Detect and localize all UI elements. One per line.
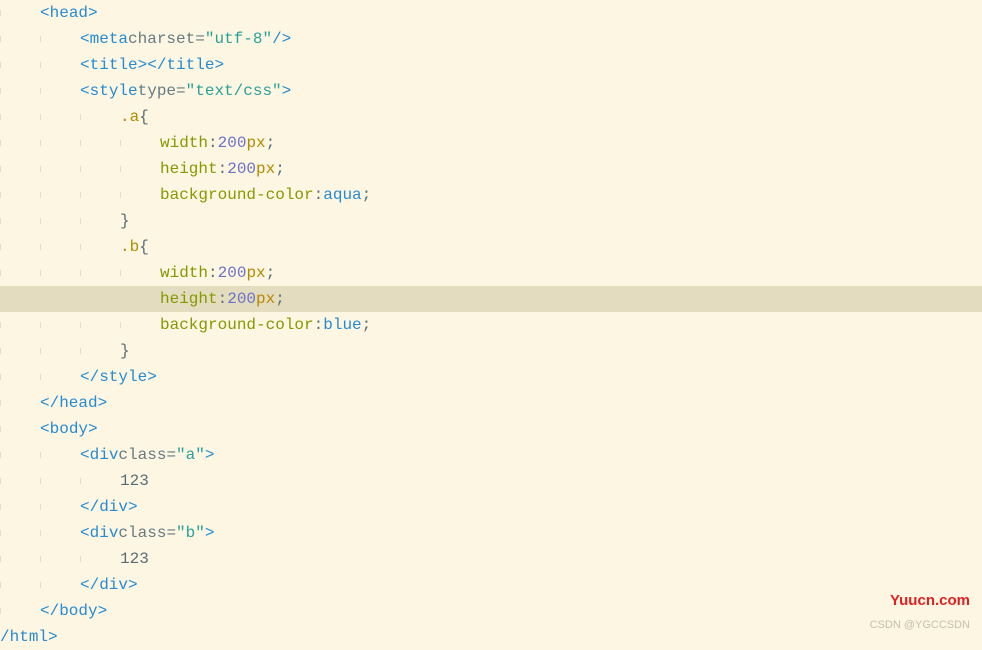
code-line: <head> — [0, 0, 982, 26]
brand-watermark: Yuucn.com — [890, 588, 970, 614]
code-line: </div> — [0, 572, 982, 598]
code-line: <div class="a"> — [0, 442, 982, 468]
code-line: </head> — [0, 390, 982, 416]
code-line: </style> — [0, 364, 982, 390]
code-line: <meta charset="utf-8" /> — [0, 26, 982, 52]
code-block: <head><meta charset="utf-8" /><title></t… — [0, 0, 982, 650]
code-line: <body> — [0, 416, 982, 442]
code-line: width: 200px; — [0, 130, 982, 156]
code-line: <style type="text/css"> — [0, 78, 982, 104]
code-line: <title></title> — [0, 52, 982, 78]
code-line: <div class="b"> — [0, 520, 982, 546]
code-line: } — [0, 338, 982, 364]
code-line: } — [0, 208, 982, 234]
code-line: .b{ — [0, 234, 982, 260]
code-line: </div> — [0, 494, 982, 520]
attribution-watermark: CSDN @YGCCSDN — [870, 612, 970, 638]
code-line: background-color: blue; — [0, 312, 982, 338]
code-line: /html> — [0, 624, 982, 650]
code-line: 123 — [0, 546, 982, 572]
code-line: background-color: aqua; — [0, 182, 982, 208]
code-line: 123 — [0, 468, 982, 494]
code-line: height: 200px; — [0, 156, 982, 182]
code-line: height: 200px; — [0, 286, 982, 312]
code-line: width: 200px; — [0, 260, 982, 286]
code-line: </body> — [0, 598, 982, 624]
code-line: .a{ — [0, 104, 982, 130]
